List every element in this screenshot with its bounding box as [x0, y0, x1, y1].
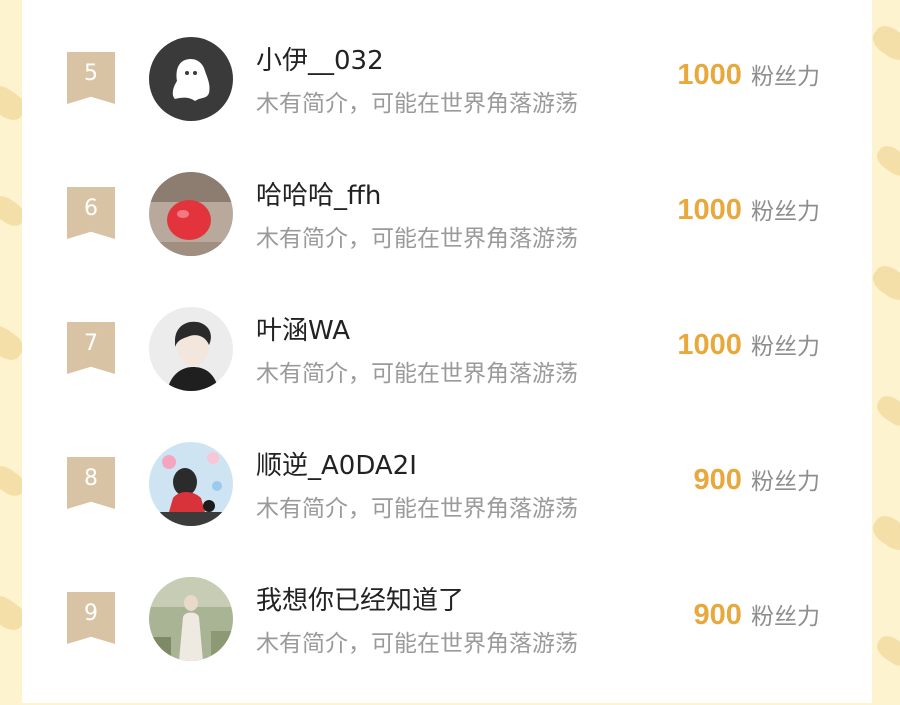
avatar[interactable] — [149, 307, 233, 391]
fans-count: 1000 — [677, 329, 742, 361]
fans-power: 1000 粉丝力 — [677, 192, 820, 227]
rank-badge: 6 — [67, 187, 115, 239]
background-pattern-right — [870, 0, 900, 703]
anime-girl-avatar-icon — [149, 442, 233, 526]
fans-power: 900 粉丝力 — [694, 462, 820, 497]
fans-power: 1000 粉丝力 — [677, 57, 820, 92]
user-bio: 木有简介，可能在世界角落游荡 — [256, 496, 578, 522]
ghost-avatar-icon — [149, 37, 233, 121]
avatar[interactable] — [149, 577, 233, 661]
fans-unit: 粉丝力 — [751, 604, 820, 630]
ranking-row[interactable]: 6 哈哈哈_ffh 木有简介，可能在世界角落游荡 1000 粉丝力 — [22, 165, 872, 300]
fans-unit: 粉丝力 — [751, 199, 820, 225]
user-bio: 木有简介，可能在世界角落游荡 — [256, 361, 578, 387]
ranking-row[interactable]: 5 小伊__032 木有简介，可能在世界角落游荡 1000 粉丝力 — [22, 30, 872, 165]
avatar[interactable] — [149, 442, 233, 526]
fans-unit: 粉丝力 — [751, 64, 820, 90]
user-bio: 木有简介，可能在世界角落游荡 — [256, 91, 578, 117]
ranking-row[interactable]: 8 顺逆_A0DA2I 木有简介，可能在世界角落游荡 900 粉丝力 — [22, 435, 872, 570]
avatar[interactable] — [149, 37, 233, 121]
strawberry-photo-avatar-icon — [149, 172, 233, 256]
boy-portrait-avatar-icon — [149, 307, 233, 391]
fans-count: 900 — [693, 464, 742, 496]
username[interactable]: 小伊__032 — [256, 40, 384, 77]
rank-badge: 8 — [67, 457, 115, 509]
fans-unit: 粉丝力 — [751, 334, 820, 360]
rank-badge: 5 — [67, 52, 115, 104]
fans-count: 1000 — [677, 59, 742, 91]
username[interactable]: 叶涵WA — [256, 310, 350, 347]
fans-count: 900 — [693, 599, 742, 631]
outdoor-photo-avatar-icon — [149, 577, 233, 661]
fans-unit: 粉丝力 — [751, 469, 820, 495]
fans-power: 1000 粉丝力 — [677, 327, 820, 362]
ranking-row[interactable]: 7 叶涵WA 木有简介，可能在世界角落游荡 1000 粉丝力 — [22, 300, 872, 435]
username[interactable]: 我想你已经知道了 — [256, 580, 464, 617]
username[interactable]: 哈哈哈_ffh — [256, 175, 381, 212]
ranking-list: 5 小伊__032 木有简介，可能在世界角落游荡 1000 粉丝力 6 哈哈哈_… — [22, 0, 872, 703]
fans-power: 900 粉丝力 — [694, 597, 820, 632]
ranking-row[interactable]: 9 我想你已经知道了 木有简介，可能在世界角落游荡 900 粉丝力 — [22, 570, 872, 705]
avatar[interactable] — [149, 172, 233, 256]
rank-badge: 9 — [67, 592, 115, 644]
username[interactable]: 顺逆_A0DA2I — [256, 445, 417, 482]
rank-badge: 7 — [67, 322, 115, 374]
user-bio: 木有简介，可能在世界角落游荡 — [256, 631, 578, 657]
user-bio: 木有简介，可能在世界角落游荡 — [256, 226, 578, 252]
fans-count: 1000 — [677, 194, 742, 226]
